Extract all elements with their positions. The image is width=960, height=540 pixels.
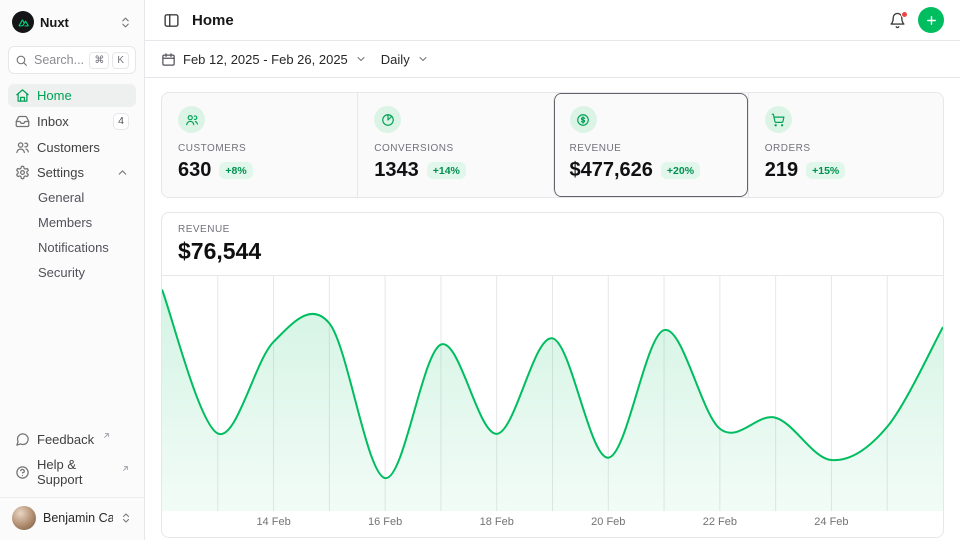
sidebar-item-feedback[interactable]: Feedback bbox=[8, 428, 136, 451]
plus-icon bbox=[925, 14, 938, 27]
users-icon bbox=[15, 140, 30, 155]
collapse-sidebar-button[interactable] bbox=[161, 10, 182, 31]
chart-metric-value: $76,544 bbox=[178, 238, 927, 265]
stats-row: CUSTOMERS 630 +8% CONVERSIONS 1343 +14% bbox=[161, 92, 944, 198]
stat-value: $477,626 bbox=[570, 159, 653, 182]
help-circle-icon bbox=[15, 465, 30, 480]
x-axis: 14 Feb 16 Feb 18 Feb 20 Feb 22 Feb 24 Feb bbox=[162, 511, 943, 537]
x-axis-tick-label: 18 Feb bbox=[480, 516, 514, 528]
chevrons-up-down-icon bbox=[119, 16, 132, 29]
notifications-button[interactable] bbox=[887, 10, 908, 31]
gear-icon bbox=[15, 165, 30, 180]
house-icon bbox=[15, 88, 30, 103]
add-button[interactable] bbox=[918, 7, 944, 33]
search-input[interactable]: Search... ⌘ K bbox=[8, 46, 136, 74]
sidebar-item-inbox[interactable]: Inbox 4 bbox=[8, 109, 136, 134]
sidebar-footer-nav: Feedback Help & Support bbox=[8, 428, 136, 491]
user-name: Benjamin Canac bbox=[43, 511, 113, 525]
circle-dollar-icon bbox=[570, 106, 597, 133]
search-icon bbox=[15, 54, 28, 67]
message-circle-icon bbox=[15, 432, 30, 447]
granularity-select[interactable]: Daily bbox=[381, 52, 429, 67]
sidebar-item-settings-security[interactable]: Security bbox=[8, 261, 136, 284]
user-avatar bbox=[12, 506, 36, 530]
sidebar-nav: Home Inbox 4 Customers Settings bbox=[8, 84, 136, 284]
sidebar-item-home[interactable]: Home bbox=[8, 84, 136, 107]
x-axis-tick-label: 24 Feb bbox=[814, 516, 848, 528]
x-axis-tick-label: 22 Feb bbox=[703, 516, 737, 528]
sidebar-item-label: Inbox bbox=[37, 114, 69, 129]
kbd-k: K bbox=[112, 52, 129, 69]
stat-delta-badge: +14% bbox=[427, 162, 466, 179]
stat-delta-badge: +20% bbox=[661, 162, 700, 179]
sidebar-spacer bbox=[8, 284, 136, 428]
x-axis-tick-label: 14 Feb bbox=[256, 516, 290, 528]
stat-card-revenue[interactable]: REVENUE $477,626 +20% bbox=[553, 93, 748, 197]
x-axis-tick-label: 20 Feb bbox=[591, 516, 625, 528]
date-range-picker[interactable]: Feb 12, 2025 - Feb 26, 2025 bbox=[161, 52, 367, 67]
sidebar: Nuxt Search... ⌘ K Home bbox=[0, 0, 145, 540]
chevron-up-icon bbox=[116, 166, 129, 179]
chevron-down-icon bbox=[417, 53, 429, 65]
stat-delta-badge: +8% bbox=[219, 162, 252, 179]
header-actions bbox=[887, 7, 944, 33]
external-link-icon bbox=[121, 464, 130, 473]
inbox-icon bbox=[15, 114, 30, 129]
stat-value: 630 bbox=[178, 159, 211, 182]
chart-pie-icon bbox=[374, 106, 401, 133]
shopping-cart-icon bbox=[765, 106, 792, 133]
sidebar-item-label: Home bbox=[37, 88, 72, 103]
sidebar-item-customers[interactable]: Customers bbox=[8, 136, 136, 159]
chevrons-up-down-icon bbox=[120, 512, 132, 524]
inbox-count-badge: 4 bbox=[113, 113, 129, 130]
page-title: Home bbox=[192, 12, 234, 29]
main-area: Home Feb 12, 2 bbox=[145, 0, 960, 540]
sidebar-item-settings-general[interactable]: General bbox=[8, 186, 136, 209]
panel-left-icon bbox=[163, 12, 180, 29]
stat-card-orders[interactable]: ORDERS 219 +15% bbox=[748, 93, 943, 197]
stat-card-conversions[interactable]: CONVERSIONS 1343 +14% bbox=[357, 93, 552, 197]
chart-svg bbox=[162, 276, 943, 511]
stat-label: CUSTOMERS bbox=[178, 143, 341, 154]
granularity-label: Daily bbox=[381, 52, 410, 67]
stat-card-customers[interactable]: CUSTOMERS 630 +8% bbox=[162, 93, 357, 197]
external-link-icon bbox=[102, 431, 111, 440]
sidebar-item-settings-members[interactable]: Members bbox=[8, 211, 136, 234]
sidebar-item-settings-notifications[interactable]: Notifications bbox=[8, 236, 136, 259]
stat-value: 219 bbox=[765, 159, 798, 182]
sidebar-item-label: Feedback bbox=[37, 432, 94, 447]
stat-value: 1343 bbox=[374, 159, 419, 182]
content: CUSTOMERS 630 +8% CONVERSIONS 1343 +14% bbox=[145, 78, 960, 540]
stat-label: REVENUE bbox=[570, 143, 732, 154]
chart-metric-label: REVENUE bbox=[178, 224, 927, 235]
chevron-down-icon bbox=[355, 53, 367, 65]
search-shortcut: ⌘ K bbox=[89, 52, 129, 69]
nuxt-logo-icon bbox=[12, 11, 34, 33]
top-header: Home bbox=[145, 0, 960, 41]
sidebar-item-label: Help & Support bbox=[37, 457, 113, 487]
revenue-area-chart[interactable]: 14 Feb 16 Feb 18 Feb 20 Feb 22 Feb 24 Feb bbox=[162, 276, 943, 537]
notification-dot bbox=[901, 11, 908, 18]
app: Nuxt Search... ⌘ K Home bbox=[0, 0, 960, 540]
stat-label: ORDERS bbox=[765, 143, 927, 154]
filter-bar: Feb 12, 2025 - Feb 26, 2025 Daily bbox=[145, 41, 960, 78]
x-axis-tick-label: 16 Feb bbox=[368, 516, 402, 528]
user-menu[interactable]: Benjamin Canac bbox=[0, 497, 144, 532]
stat-label: CONVERSIONS bbox=[374, 143, 536, 154]
stat-delta-badge: +15% bbox=[806, 162, 845, 179]
workspace-selector[interactable]: Nuxt bbox=[8, 8, 136, 36]
sidebar-item-help-support[interactable]: Help & Support bbox=[8, 453, 136, 491]
revenue-chart-card: REVENUE $76,544 bbox=[161, 212, 944, 538]
kbd-cmd: ⌘ bbox=[89, 52, 109, 69]
users-icon bbox=[178, 106, 205, 133]
workspace-name: Nuxt bbox=[40, 15, 69, 30]
chart-header: REVENUE $76,544 bbox=[162, 213, 943, 276]
calendar-icon bbox=[161, 52, 176, 67]
sidebar-item-label: Customers bbox=[37, 140, 100, 155]
sidebar-item-settings[interactable]: Settings bbox=[8, 161, 136, 184]
sidebar-item-label: Settings bbox=[37, 165, 84, 180]
date-range-label: Feb 12, 2025 - Feb 26, 2025 bbox=[183, 52, 348, 67]
search-placeholder: Search... bbox=[34, 53, 83, 67]
